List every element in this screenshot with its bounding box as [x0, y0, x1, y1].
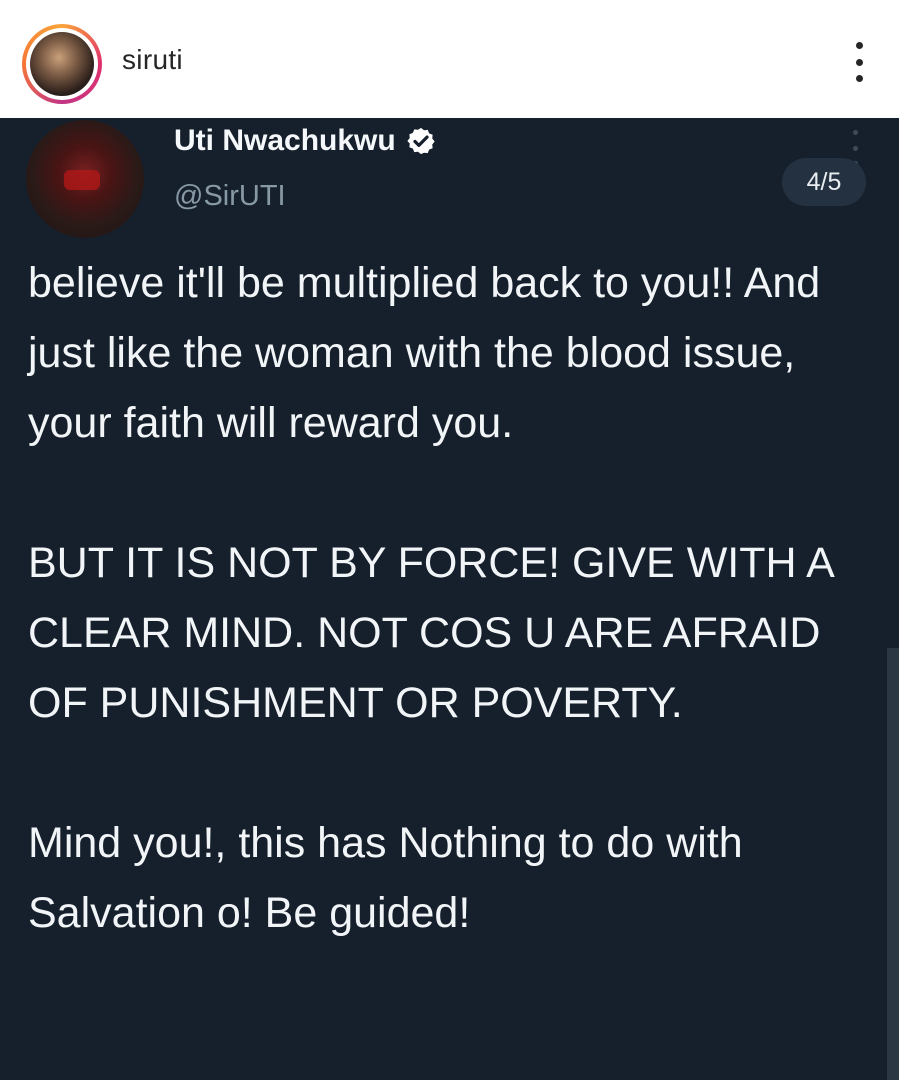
dot	[852, 145, 858, 151]
more-options-icon[interactable]	[853, 42, 865, 82]
scrollbar[interactable]	[887, 648, 899, 1080]
tweet-paragraph: BUT IT IS NOT BY FORCE! GIVE WITH A CLEA…	[28, 539, 833, 727]
tweet-display-name: Uti Nwachukwu	[174, 124, 396, 157]
dot	[855, 42, 863, 49]
story-ring[interactable]	[22, 24, 102, 104]
tweet-text: believe it'll be multiplied back to you!…	[28, 248, 880, 948]
dot	[852, 130, 858, 135]
tweet-paragraph: believe it'll be multiplied back to you!…	[28, 259, 821, 447]
dot	[855, 58, 863, 66]
tweet-author-avatar	[26, 120, 144, 238]
instagram-username[interactable]: siruti	[122, 44, 183, 76]
dot	[855, 75, 863, 82]
tweet-handle: @SirUTI	[174, 180, 286, 212]
tweet-paragraph: Mind you!, this has Nothing to do with S…	[28, 819, 743, 937]
carousel-counter: 4/5	[782, 158, 866, 206]
profile-avatar[interactable]	[30, 32, 94, 96]
tweet-author-row: Uti Nwachukwu	[174, 124, 436, 158]
avatar-border	[26, 28, 98, 100]
instagram-post-header: siruti	[0, 0, 899, 118]
verified-badge-icon	[407, 127, 435, 155]
tweet-screenshot: Uti Nwachukwu @SirUTI 4/5 believe it'll …	[0, 118, 899, 1080]
